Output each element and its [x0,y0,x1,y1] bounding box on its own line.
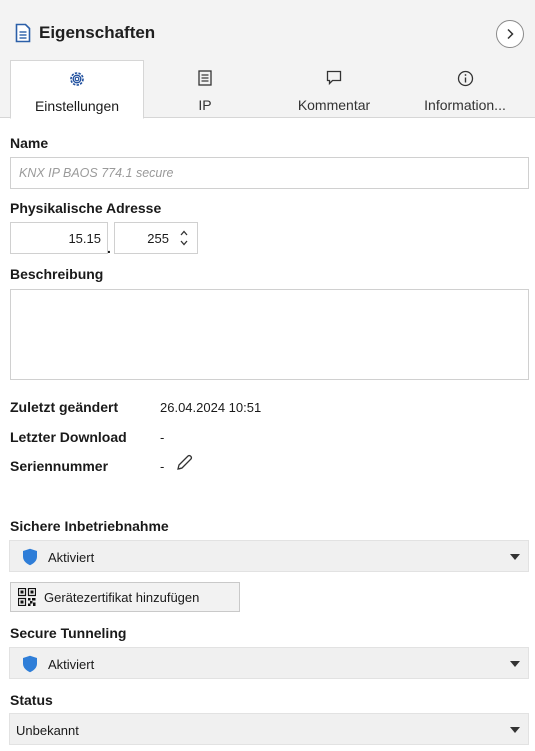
last-modified-value: 26.04.2024 10:51 [160,400,262,415]
panel-title: Eigenschaften [39,23,156,42]
comment-icon [326,70,342,86]
tab-information[interactable]: Information... [403,60,527,119]
document-icon [15,23,31,43]
tab-label: Einstellungen [34,98,120,114]
tab-einstellungen[interactable]: Einstellungen [10,60,144,119]
last-download-label: Letzter Download [10,429,127,445]
properties-panel-header: Eigenschaften Einstellungen IP Kommentar… [0,0,535,119]
shield-icon [23,548,37,566]
secure-commissioning-label: Sichere Inbetriebnahme [10,518,169,534]
secure-tunneling-value: Aktiviert [48,657,95,672]
secure-commissioning-value: Aktiviert [48,550,95,565]
tab-bar: Einstellungen IP Kommentar Information..… [0,60,535,119]
list-icon [198,70,212,86]
chevron-down-icon [510,727,520,733]
tab-label: Kommentar [297,97,371,113]
status-label: Status [10,692,53,708]
chevron-down-icon [510,661,520,667]
last-download-value: - [160,430,165,445]
description-textarea[interactable] [10,289,529,380]
secure-commissioning-dropdown[interactable]: Aktiviert [9,540,529,572]
add-device-certificate-label: Gerätezertifikat hinzufügen [44,590,200,605]
serial-number-label: Seriennummer [10,458,109,474]
tab-kommentar[interactable]: Kommentar [272,60,396,119]
description-label: Beschreibung [10,266,104,282]
last-modified-label: Zuletzt geändert [10,399,119,415]
spinner-arrows-icon[interactable] [179,228,189,248]
name-label: Name [10,135,49,151]
address-device-value: 255 [147,231,169,246]
secure-tunneling-label: Secure Tunneling [10,625,127,641]
address-area-input[interactable]: 15.15 [10,222,108,254]
chevron-right-icon [507,28,514,40]
address-separator: . [107,240,111,256]
chevron-down-icon [510,554,520,560]
collapse-panel-button[interactable] [496,20,524,48]
address-area-value: 15.15 [68,231,101,246]
serial-number-value: - [160,459,165,474]
qr-code-icon [18,588,36,606]
name-input[interactable]: KNX IP BAOS 774.1 secure [10,157,529,189]
tab-label: Information... [424,97,506,113]
status-value: Unbekannt [16,723,79,738]
add-device-certificate-button[interactable]: Gerätezertifikat hinzufügen [10,582,240,612]
gear-icon [70,72,84,86]
address-device-input[interactable]: 255 [114,222,198,254]
name-placeholder: KNX IP BAOS 774.1 secure [19,166,174,180]
tab-label: IP [198,97,212,113]
info-icon [457,70,473,86]
pencil-icon[interactable] [174,453,194,473]
tab-ip[interactable]: IP [144,60,266,119]
physical-address-label: Physikalische Adresse [10,200,162,216]
secure-tunneling-dropdown[interactable]: Aktiviert [9,647,529,679]
shield-icon [23,655,37,673]
status-dropdown[interactable]: Unbekannt [9,713,529,745]
